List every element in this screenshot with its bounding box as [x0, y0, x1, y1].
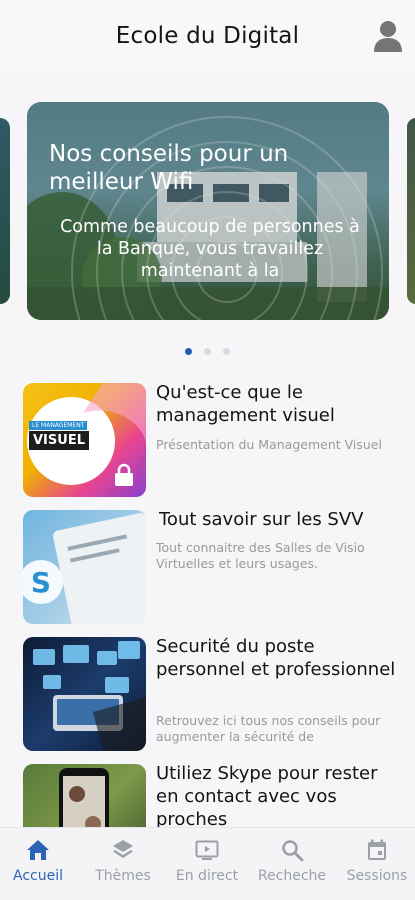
- list-item[interactable]: S Tout savoir sur les SVV Tout connaitre…: [0, 508, 415, 626]
- article-description: Retrouvez ici tous nos conseils pour aug…: [156, 713, 381, 744]
- article-description: Présentation du Management Visuel: [156, 437, 382, 452]
- live-video-icon: [195, 840, 219, 860]
- featured-title: Nos conseils pour un meilleur Wifi: [49, 141, 289, 195]
- article-title: Qu'est-ce que le management visuel: [156, 382, 335, 426]
- home-icon: [27, 840, 49, 860]
- featured-carousel[interactable]: Nos conseils pour un meilleur Wifi Comme…: [0, 100, 415, 322]
- lock-icon: [115, 463, 133, 486]
- tab-label: Sessions: [346, 868, 408, 884]
- carousel-pagination: [0, 348, 415, 355]
- article-description: Tout connaitre des Salles de Visio Virtu…: [156, 540, 365, 571]
- profile-icon[interactable]: [374, 20, 402, 52]
- tab-sessions[interactable]: Sessions: [337, 838, 415, 884]
- tab-label: En direct: [175, 868, 239, 884]
- tab-label: Recheche: [257, 868, 327, 884]
- app-header: Ecole du Digital: [0, 0, 415, 72]
- tab-en-direct[interactable]: En direct: [167, 838, 247, 884]
- tab-recherche[interactable]: Recheche: [252, 838, 332, 884]
- list-item[interactable]: Securité du poste personnel et professio…: [0, 635, 415, 753]
- article-thumbnail: [23, 637, 146, 751]
- search-icon: [282, 840, 304, 862]
- pagination-dot[interactable]: [223, 348, 230, 355]
- thumb-badge: VISUEL: [29, 431, 89, 450]
- thumb-badge-top: LE MANAGEMENT: [29, 421, 88, 430]
- svg-text:S: S: [31, 566, 51, 599]
- carousel-prev-card[interactable]: [0, 118, 10, 304]
- page-title: Ecole du Digital: [115, 23, 300, 49]
- article-title: Utiliez Skype pour rester en contact ave…: [156, 763, 378, 830]
- tab-label: Thèmes: [95, 868, 151, 884]
- carousel-next-card[interactable]: [407, 118, 415, 304]
- list-item[interactable]: LE MANAGEMENT VISUEL Qu'est-ce que le ma…: [0, 381, 415, 499]
- featured-card[interactable]: Nos conseils pour un meilleur Wifi Comme…: [27, 102, 389, 320]
- layers-icon: [113, 840, 133, 858]
- tab-themes[interactable]: Thèmes: [83, 838, 163, 884]
- article-title: Securité du poste personnel et professio…: [156, 636, 396, 680]
- calendar-icon: [368, 839, 386, 860]
- tab-label: Accueil: [13, 868, 63, 884]
- article-thumbnail: S: [23, 510, 146, 624]
- bottom-tab-bar: Accueil Thèmes En direct Recheche Sessio…: [0, 827, 415, 900]
- article-thumbnail: LE MANAGEMENT VISUEL: [23, 383, 146, 497]
- pagination-dot-active[interactable]: [185, 348, 192, 355]
- tab-accueil[interactable]: Accueil: [0, 838, 78, 884]
- pagination-dot[interactable]: [204, 348, 211, 355]
- article-title: Tout savoir sur les SVV: [159, 509, 364, 530]
- featured-text: Comme beaucoup de personnes à la Banque,…: [60, 217, 360, 281]
- featured-card-image: [27, 102, 389, 320]
